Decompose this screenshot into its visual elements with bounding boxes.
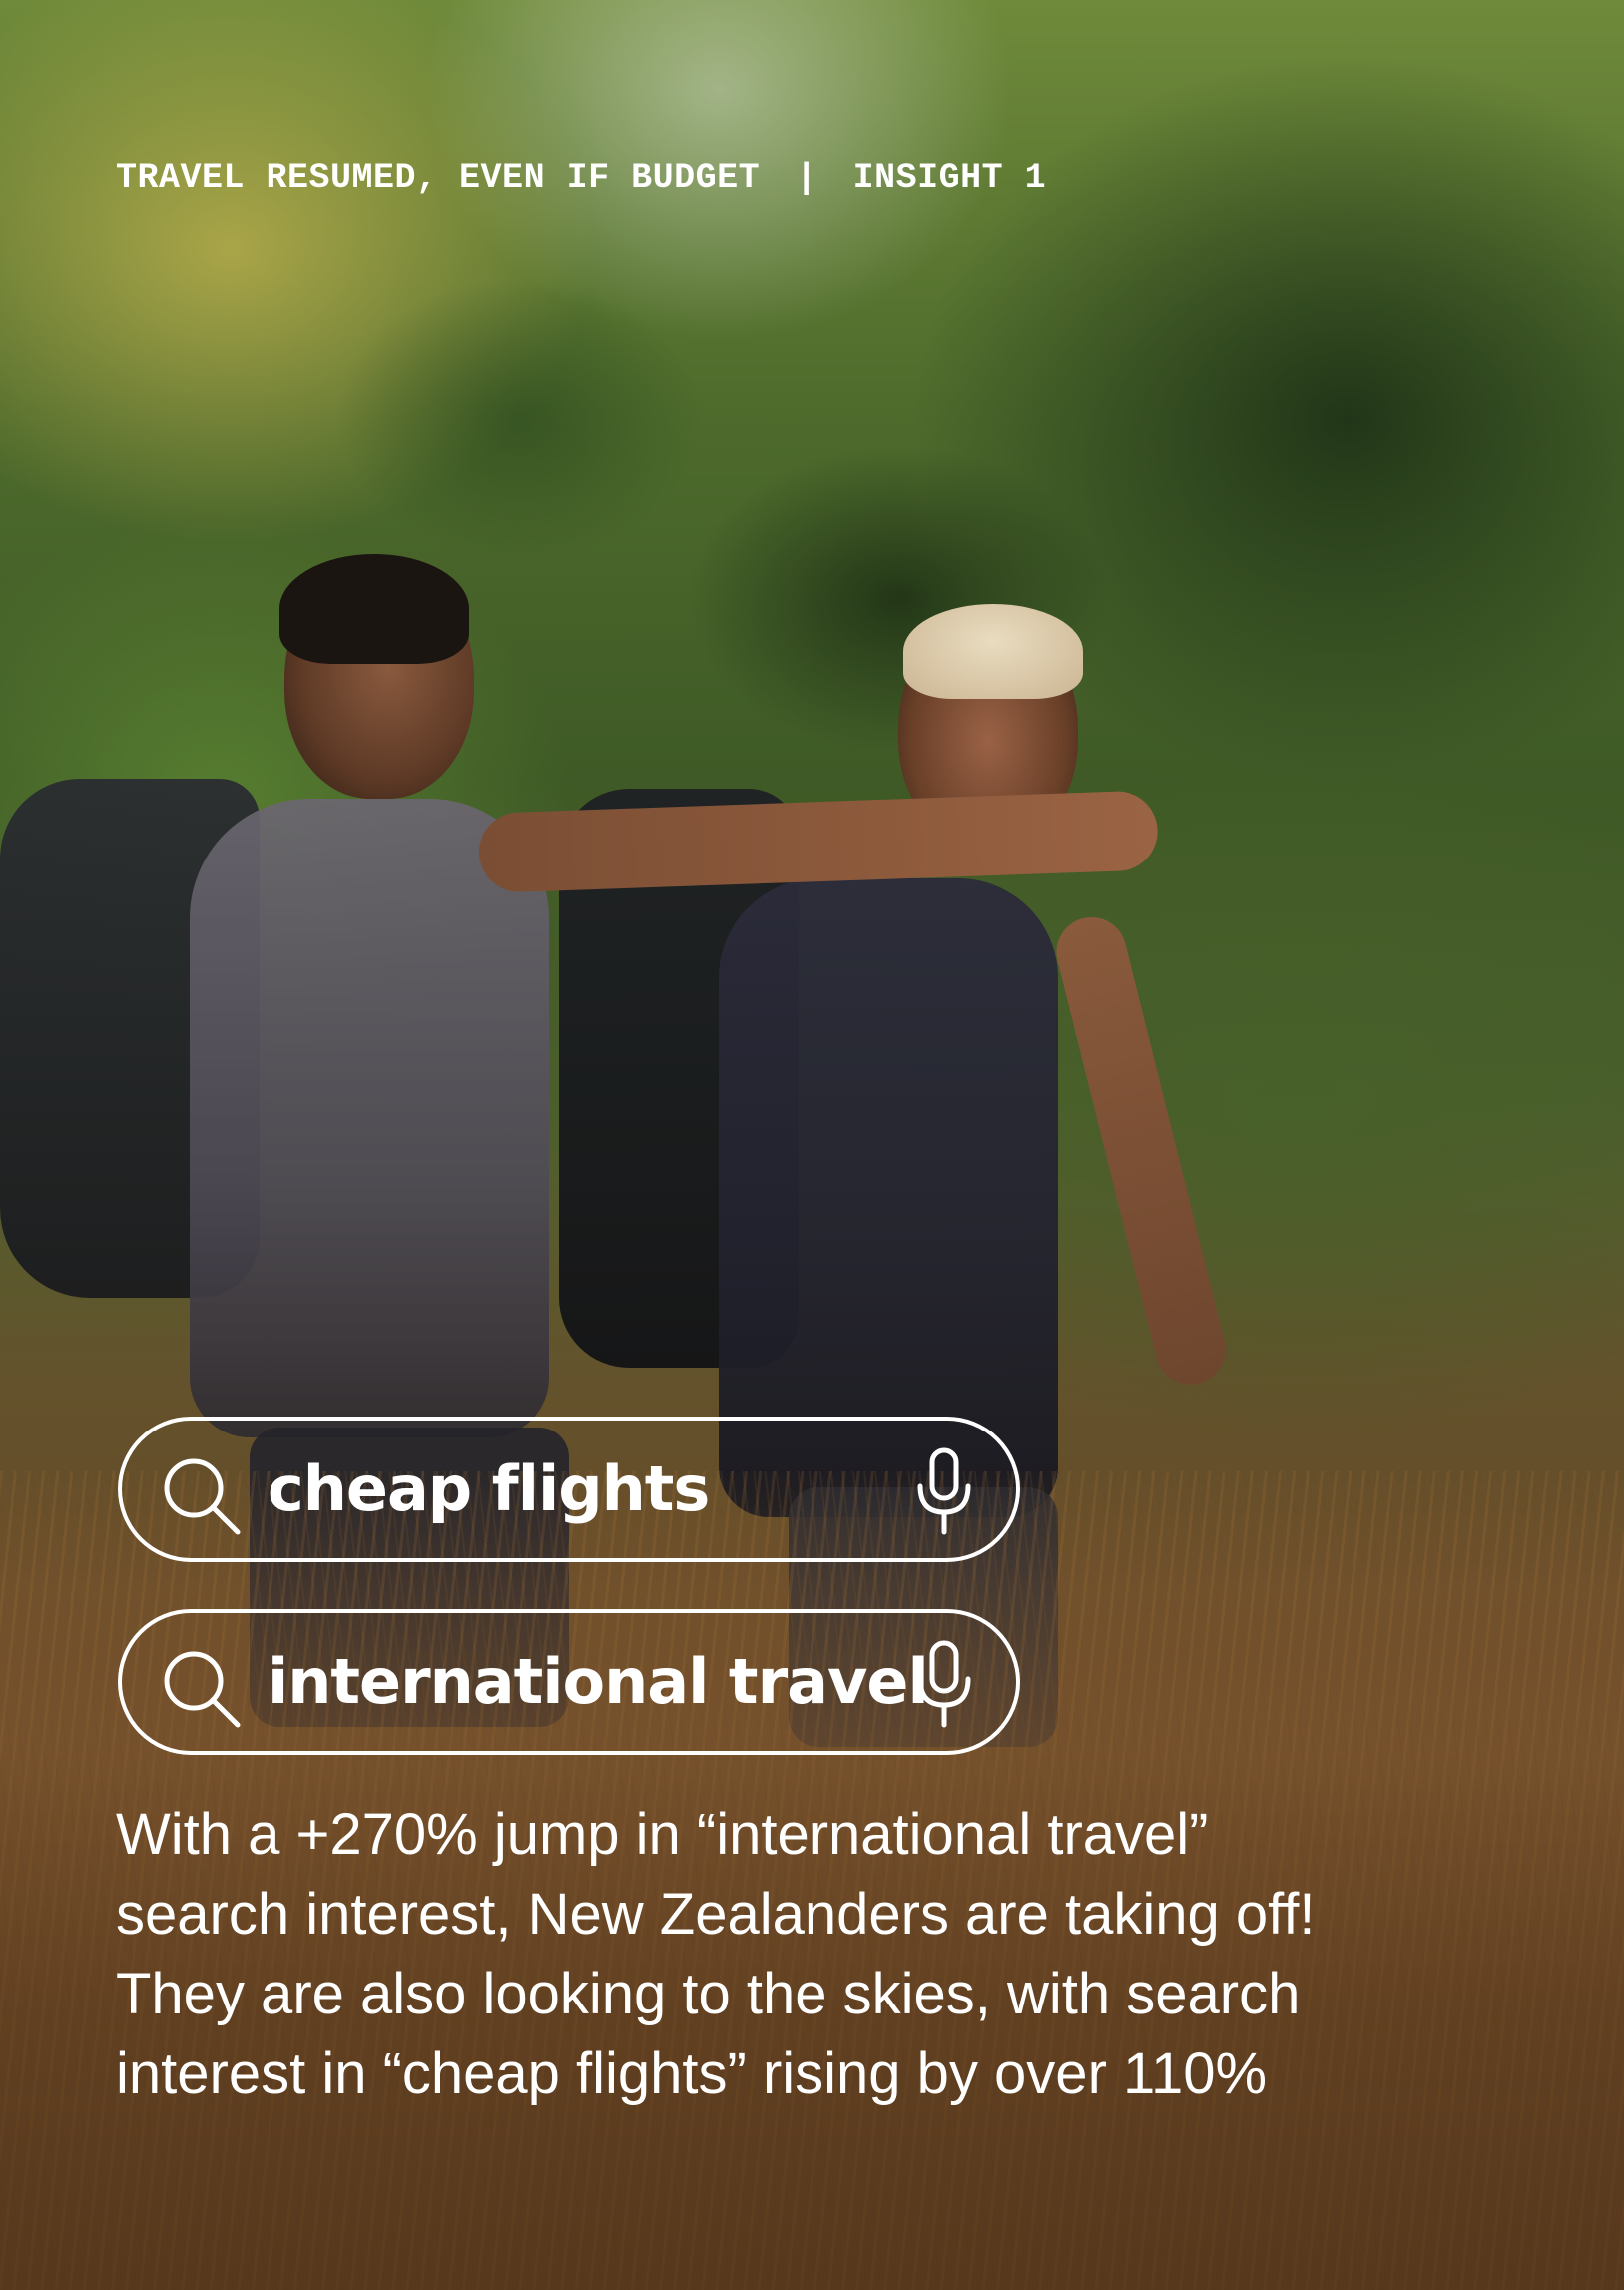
hiker-1-body	[190, 799, 549, 1437]
body-line: search interest, New Zealanders are taki…	[116, 1882, 1316, 1947]
hiker-1-hair	[279, 554, 469, 664]
eyebrow-section: TRAVEL RESUMED, EVEN IF BUDGET	[116, 158, 761, 198]
search-icon	[164, 1651, 241, 1728]
search-query: international travel	[268, 1645, 929, 1718]
insight-body-text: With a +270% jump in “international trav…	[116, 1795, 1533, 2114]
eyebrow-header: TRAVEL RESUMED, EVEN IF BUDGET | INSIGHT…	[116, 158, 1046, 198]
microphone-icon	[917, 1447, 971, 1535]
eyebrow-insight: INSIGHT 1	[852, 158, 1047, 198]
eyebrow-separator: |	[796, 158, 817, 198]
search-bar-international-travel: international travel	[118, 1609, 1020, 1755]
insight-card: TRAVEL RESUMED, EVEN IF BUDGET | INSIGHT…	[0, 0, 1624, 2290]
body-line: interest in “cheap flights” rising by ov…	[116, 2041, 1268, 2106]
body-line: With a +270% jump in “international trav…	[116, 1802, 1209, 1867]
microphone-icon	[917, 1640, 971, 1728]
body-line: They are also looking to the skies, with…	[116, 1962, 1301, 2026]
search-query: cheap flights	[268, 1452, 710, 1525]
hiker-2-hair	[903, 604, 1083, 699]
search-icon	[164, 1458, 241, 1535]
search-bar-cheap-flights: cheap flights	[118, 1417, 1020, 1562]
